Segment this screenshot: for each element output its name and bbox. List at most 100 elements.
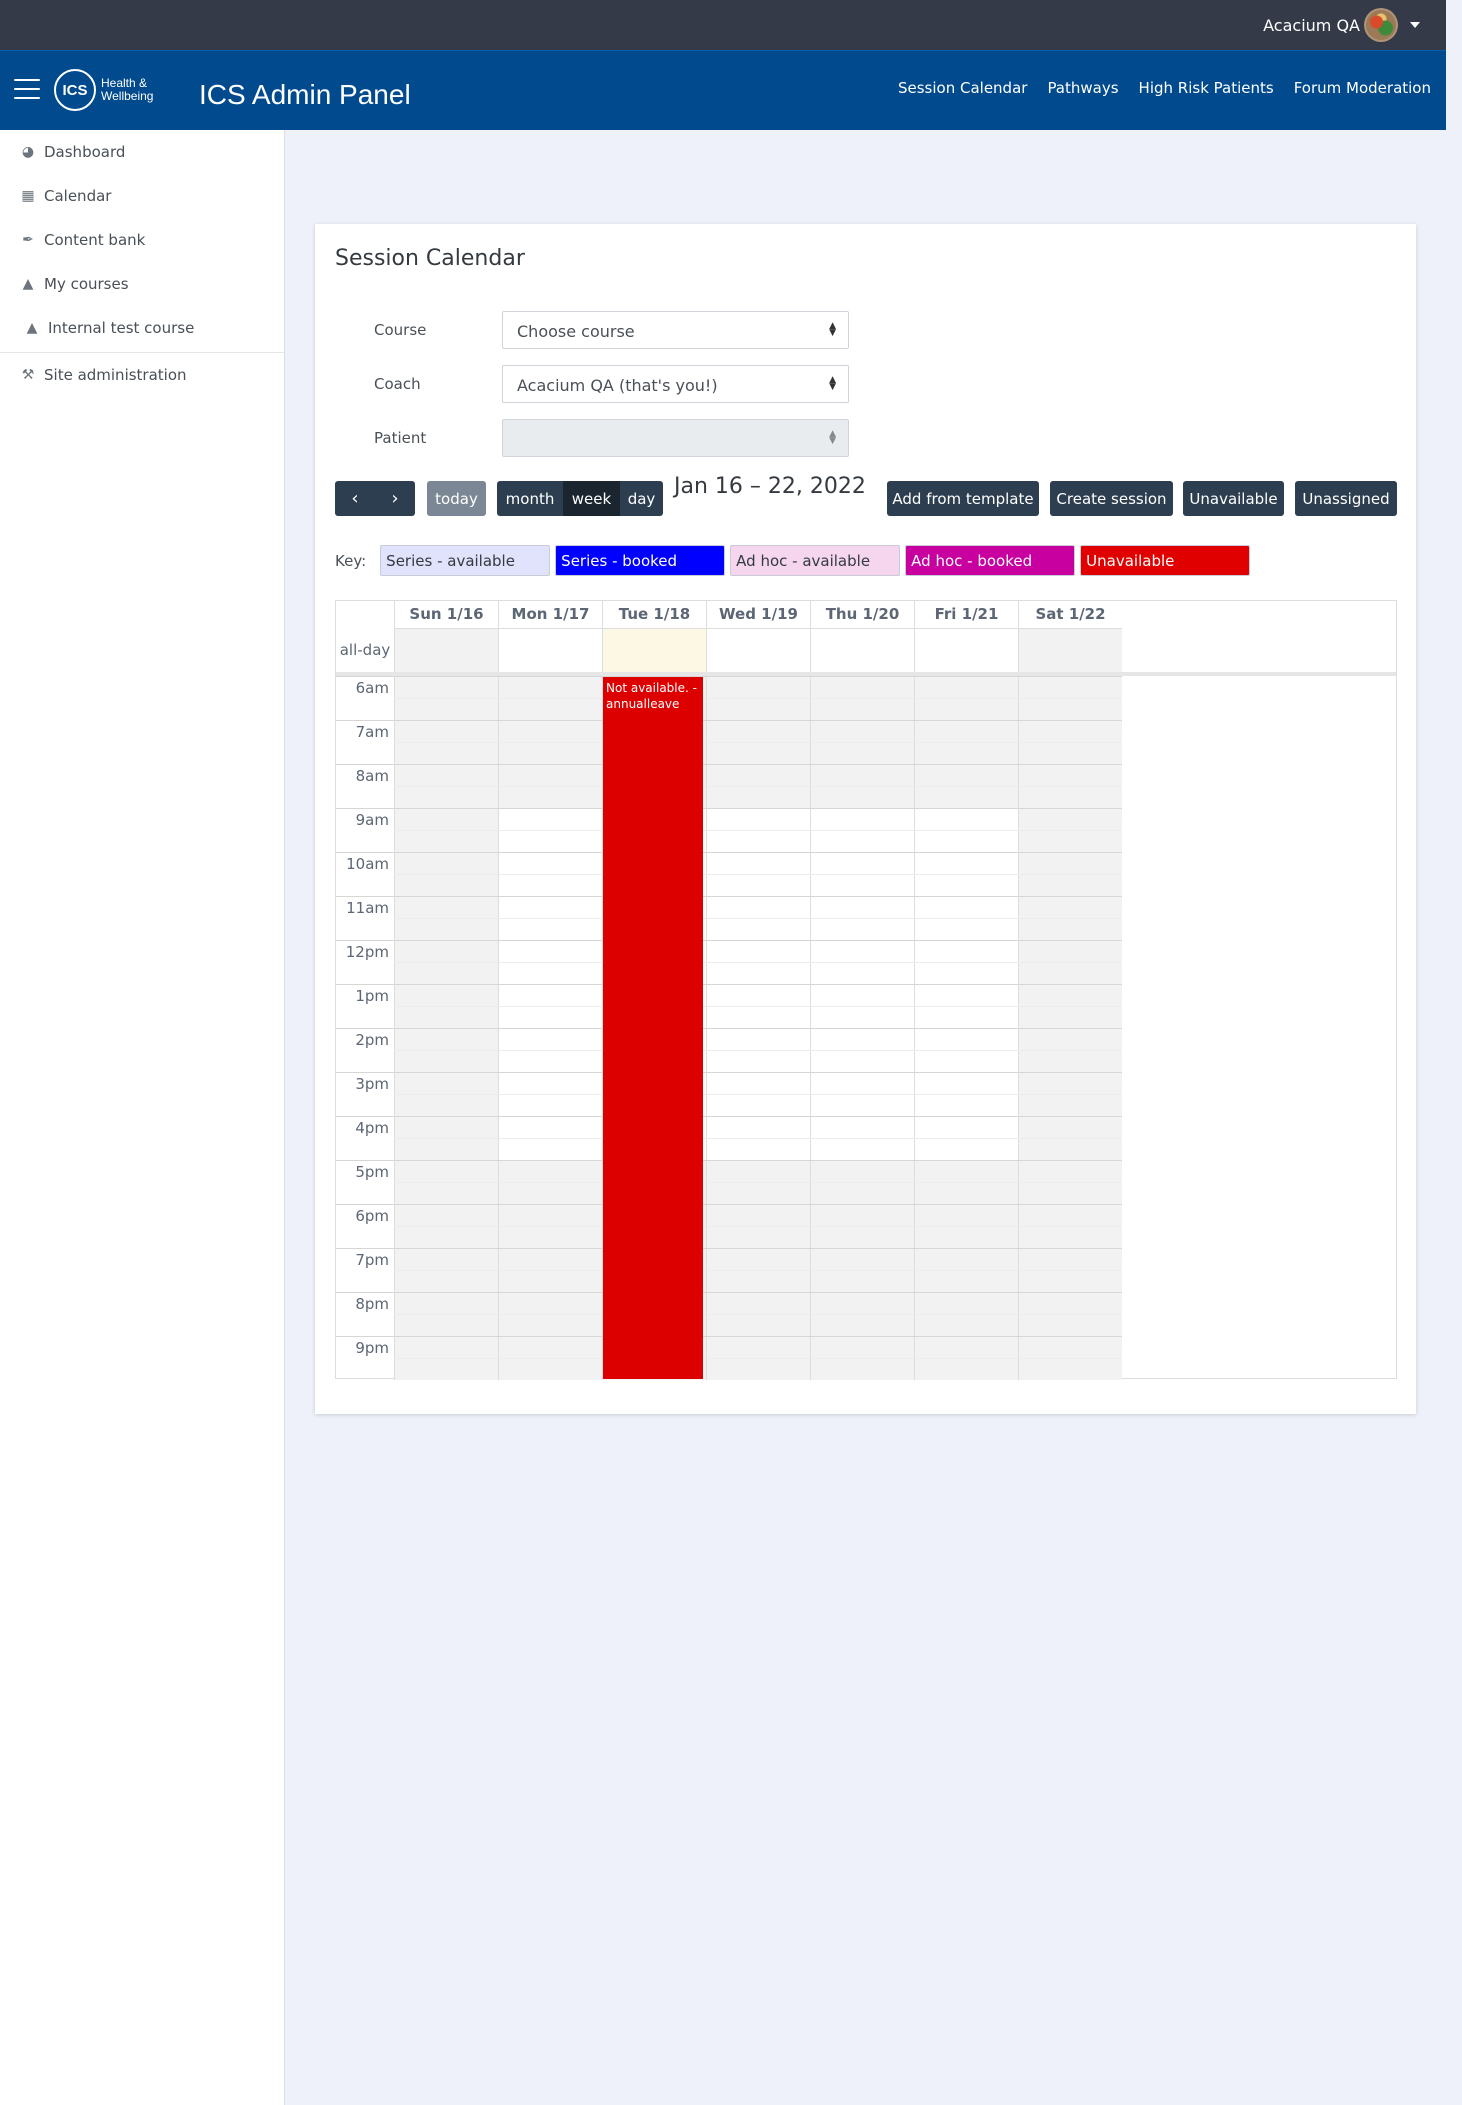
hamburger-menu-icon[interactable] xyxy=(14,79,40,99)
sidebar-item-my-courses[interactable]: ▲ My courses xyxy=(0,262,284,306)
view-week-button[interactable]: week xyxy=(563,481,620,516)
sidebar-item-dashboard[interactable]: ◕ Dashboard xyxy=(0,130,284,174)
course-label: Course xyxy=(374,321,427,339)
time-label: 7am xyxy=(355,723,389,741)
unavailable-button[interactable]: Unavailable xyxy=(1183,481,1284,516)
half-hour-line xyxy=(394,786,1122,787)
course-row: Course Choose course ▲ ▼ xyxy=(374,311,849,349)
half-hour-line xyxy=(394,1006,1122,1007)
sidebar-item-calendar[interactable]: ▦ Calendar xyxy=(0,174,284,218)
day-header: Tue 1/18 xyxy=(602,601,706,628)
nav-session-calendar[interactable]: Session Calendar xyxy=(898,79,1027,97)
time-label: 1pm xyxy=(355,987,389,1005)
time-label: 4pm xyxy=(355,1119,389,1137)
day-header: Wed 1/19 xyxy=(706,601,810,628)
key-label: Key: xyxy=(335,551,367,570)
half-hour-line xyxy=(394,962,1122,963)
sidebar-item-site-administration[interactable]: ⚒ Site administration xyxy=(0,353,284,397)
sidebar-item-label: Site administration xyxy=(44,366,187,384)
time-label: 8am xyxy=(355,767,389,785)
nav-high-risk-patients[interactable]: High Risk Patients xyxy=(1139,79,1274,97)
create-session-button[interactable]: Create session xyxy=(1050,481,1173,516)
chevron-right-icon: › xyxy=(391,488,399,509)
time-label: 3pm xyxy=(355,1075,389,1093)
patient-select[interactable]: ▲ ▼ xyxy=(502,419,849,457)
hour-line xyxy=(336,984,1122,985)
patient-label: Patient xyxy=(374,429,427,447)
allday-cell[interactable] xyxy=(810,628,914,672)
half-hour-line xyxy=(394,1094,1122,1095)
day-header: Fri 1/21 xyxy=(914,601,1018,628)
prev-button[interactable]: ‹ xyxy=(335,481,375,516)
prev-next-group: ‹ › xyxy=(335,481,415,516)
allday-label: all-day xyxy=(339,641,391,659)
add-from-template-button[interactable]: Add from template xyxy=(887,481,1039,516)
allday-cell[interactable] xyxy=(706,628,810,672)
hour-line xyxy=(336,1336,1122,1337)
time-label: 2pm xyxy=(355,1031,389,1049)
time-label: 5pm xyxy=(355,1163,389,1181)
hour-line xyxy=(336,720,1122,721)
hour-line xyxy=(336,1072,1122,1073)
week-calendar-grid: all-day Sun 1/16 Mon 1/17 Tue 1/18 Wed 1/19… xyxy=(335,600,1397,1380)
allday-cell[interactable] xyxy=(602,628,706,672)
sidebar-item-label: Content bank xyxy=(44,231,146,249)
legend-key: Key: Series - available Series - booked … xyxy=(335,545,1255,576)
sidebar: ◕ Dashboard ▦ Calendar ✒ Content bank ▲ … xyxy=(0,130,285,2105)
key-adhoc-booked: Ad hoc - booked xyxy=(905,545,1076,576)
logo-line-2: Wellbeing xyxy=(101,89,154,103)
logo[interactable]: ICS Health & Wellbeing xyxy=(54,69,153,111)
sidebar-item-content-bank[interactable]: ✒ Content bank xyxy=(0,218,284,262)
course-select[interactable]: Choose course ▲ ▼ xyxy=(502,311,849,349)
time-label: 11am xyxy=(346,899,389,917)
half-hour-line xyxy=(394,830,1122,831)
logo-mark: ICS xyxy=(54,69,96,111)
allday-cell[interactable] xyxy=(394,628,498,672)
unassigned-button[interactable]: Unassigned xyxy=(1295,481,1397,516)
half-hour-line xyxy=(394,1226,1122,1227)
chevron-left-icon: ‹ xyxy=(351,488,359,509)
half-hour-line xyxy=(394,698,1122,699)
hour-line xyxy=(336,1160,1122,1161)
view-day-button[interactable]: day xyxy=(620,481,663,516)
hour-line xyxy=(336,940,1122,941)
hour-line xyxy=(336,1292,1122,1293)
allday-cell[interactable] xyxy=(498,628,602,672)
sidebar-item-label: My courses xyxy=(44,275,129,293)
session-calendar-card: Session Calendar Course Choose course ▲ ▼… xyxy=(315,224,1416,1414)
page-title: Session Calendar xyxy=(335,246,525,271)
hour-line xyxy=(336,1116,1122,1117)
today-button[interactable]: today xyxy=(427,481,486,516)
view-month-button[interactable]: month xyxy=(497,481,563,516)
allday-cell[interactable] xyxy=(914,628,1018,672)
coach-select[interactable]: Acacium QA (that's you!) ▲ ▼ xyxy=(502,365,849,403)
patient-row: Patient ▲ ▼ xyxy=(374,419,849,457)
sidebar-item-internal-test-course[interactable]: ▲ Internal test course xyxy=(0,306,284,350)
day-header: Sun 1/16 xyxy=(394,601,498,628)
unavailable-event[interactable]: Not available. - annualleave xyxy=(603,677,703,1379)
select-arrows-icon: ▲ ▼ xyxy=(829,321,836,338)
next-button[interactable]: › xyxy=(375,481,415,516)
day-header: Sat 1/22 xyxy=(1018,601,1122,628)
half-hour-line xyxy=(394,1358,1122,1359)
user-name: Acacium QA xyxy=(1263,15,1360,35)
half-hour-line xyxy=(394,1314,1122,1315)
half-hour-line xyxy=(394,918,1122,919)
caret-down-icon[interactable] xyxy=(1410,22,1420,28)
hour-line xyxy=(336,1248,1122,1249)
graduation-cap-icon: ▲ xyxy=(26,320,38,336)
half-hour-line xyxy=(394,1182,1122,1183)
brush-icon: ✒ xyxy=(22,232,34,248)
hour-line xyxy=(336,852,1122,853)
hour-line xyxy=(336,1028,1122,1029)
coach-label: Coach xyxy=(374,375,421,393)
date-range-title: Jan 16 – 22, 2022 xyxy=(674,474,866,499)
time-label: 7pm xyxy=(355,1251,389,1269)
day-header: Thu 1/20 xyxy=(810,601,914,628)
user-menu[interactable]: Acacium QA xyxy=(1263,8,1420,42)
hour-line xyxy=(336,808,1122,809)
allday-cell[interactable] xyxy=(1018,628,1122,672)
nav-pathways[interactable]: Pathways xyxy=(1047,79,1118,97)
avatar[interactable] xyxy=(1364,8,1398,42)
nav-forum-moderation[interactable]: Forum Moderation xyxy=(1294,79,1431,97)
